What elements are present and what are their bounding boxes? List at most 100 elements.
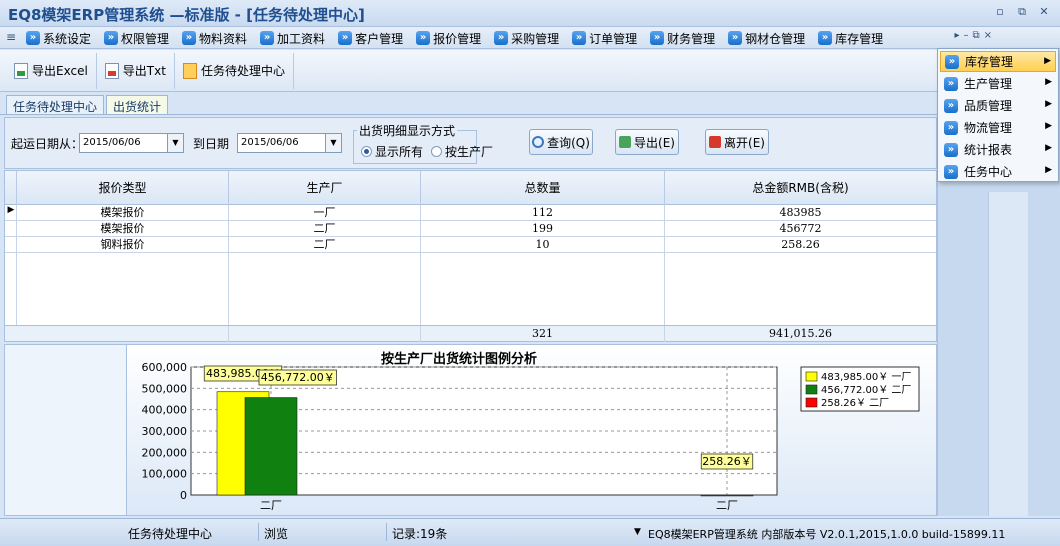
- export-button-label: 导出(E): [634, 135, 675, 150]
- minimize-icon[interactable]: ▫: [992, 4, 1008, 20]
- row-header-corner: [5, 171, 17, 205]
- overflow-item-reports[interactable]: » 统计报表 ▶: [940, 139, 1056, 160]
- chart-panel: 按生产厂出货统计图例分析 600,000 500,000 400,000 300,00…: [4, 344, 937, 516]
- overflow-item-quality[interactable]: » 品质管理 ▶: [940, 95, 1056, 116]
- tab-task-center[interactable]: 任务待处理中心: [6, 95, 105, 114]
- overflow-item-inventory[interactable]: » 库存管理 ▶: [940, 51, 1056, 72]
- overflow-arrow-icon[interactable]: ▸: [954, 30, 959, 41]
- grid-totals-row: 321 941,015.26: [5, 325, 936, 342]
- mdi-minimize-icon[interactable]: –: [963, 30, 968, 41]
- status-version: EQ8模架ERP管理系统 内部版本号 V2.0.1,2015,1.0.0 bui…: [648, 528, 1006, 541]
- menu-item-permissions[interactable]: » 权限管理: [104, 29, 169, 47]
- legend-label: 258.26￥ 二厂: [821, 398, 889, 409]
- mdi-close-icon[interactable]: ×: [984, 30, 992, 41]
- end-date-picker[interactable]: 2015/06/06 ▼: [237, 133, 342, 153]
- overflow-item-production[interactable]: » 生产管理 ▶: [940, 73, 1056, 94]
- double-arrow-icon: »: [945, 54, 959, 69]
- chevron-down-icon[interactable]: ▼: [634, 527, 641, 537]
- y-tick-label: 500,000: [142, 382, 188, 395]
- overflow-item-label: 库存管理: [965, 55, 1014, 69]
- legend-label: 456,772.00￥ 二厂: [821, 385, 911, 396]
- menu-item-materials[interactable]: » 物料资料: [182, 29, 247, 47]
- menu-grip-icon: ≡: [6, 30, 17, 44]
- cell-quote-type: 模架报价: [17, 221, 229, 237]
- status-module: 任务待处理中心: [128, 527, 213, 541]
- exit-button-label: 离开(E): [724, 135, 765, 150]
- shipment-grid: 报价类型 生产厂 总数量 总金额RMB(含税) ▶ 模架报价 一厂 112 48…: [4, 170, 937, 342]
- y-tick-label: 0: [180, 489, 187, 502]
- radio-show-all-label: 显示所有: [375, 145, 424, 159]
- cell-qty: 199: [421, 221, 665, 237]
- menu-item-label: 钢材仓管理: [745, 31, 806, 46]
- menu-item-system-settings[interactable]: » 系统设定: [26, 29, 91, 47]
- menu-item-quotes[interactable]: » 报价管理: [416, 29, 481, 47]
- menu-item-label: 客户管理: [355, 31, 404, 46]
- exit-button[interactable]: 离开(E): [705, 129, 769, 155]
- title-bar: EQ8模架ERP管理系统 —标准版 - [任务待处理中心] ▫ ⧉ ✕: [0, 0, 1060, 27]
- window-controls: ▫ ⧉ ✕: [992, 4, 1052, 20]
- export-button[interactable]: 导出(E): [615, 129, 679, 155]
- excel-file-icon: [14, 62, 28, 79]
- overflow-item-label: 生产管理: [964, 77, 1013, 91]
- menu-bar: ≡ » 系统设定 » 权限管理 » 物料资料 » 加工资料 » 客户管理 » 报价管理 » 采…: [0, 27, 1060, 49]
- right-side-strip: [988, 192, 1028, 516]
- export-txt-button[interactable]: 导出Txt: [97, 52, 175, 89]
- radio-show-all[interactable]: 显示所有: [361, 143, 423, 160]
- menu-item-orders[interactable]: » 订单管理: [572, 29, 637, 47]
- legend-label: 483,985.00￥ 一厂: [821, 372, 911, 383]
- menu-item-customers[interactable]: » 客户管理: [338, 29, 403, 47]
- chevron-down-icon[interactable]: ▼: [325, 134, 341, 152]
- submenu-arrow-icon: ▶: [1044, 56, 1051, 66]
- grid-divider: [664, 205, 665, 325]
- mdi-controls: ▸ – ⧉ ×: [954, 30, 992, 41]
- start-date-picker[interactable]: 2015/06/06 ▼: [79, 133, 184, 153]
- menu-item-label: 报价管理: [433, 31, 482, 46]
- overflow-item-label: 品质管理: [964, 99, 1013, 113]
- task-center-button[interactable]: 任务待处理中心: [175, 52, 294, 89]
- menu-item-inventory[interactable]: » 库存管理: [818, 29, 883, 47]
- display-mode-title: 出货明细显示方式: [357, 122, 458, 139]
- menu-item-processing[interactable]: » 加工资料: [260, 29, 325, 47]
- chevron-down-icon[interactable]: ▼: [167, 134, 183, 152]
- restore-icon[interactable]: ⧉: [1014, 4, 1030, 20]
- double-arrow-icon: »: [944, 76, 958, 91]
- bar-chart: 600,000 500,000 400,000 300,000 200,000 100,0…: [142, 361, 920, 512]
- menu-item-purchasing[interactable]: » 采购管理: [494, 29, 559, 47]
- y-tick-label: 600,000: [142, 361, 188, 374]
- close-icon[interactable]: ✕: [1036, 4, 1052, 20]
- double-arrow-icon: »: [818, 31, 833, 45]
- menu-item-steel-warehouse[interactable]: » 钢材仓管理: [728, 29, 805, 47]
- table-row[interactable]: 钢料报价 二厂 10 258.26: [5, 237, 936, 253]
- legend-swatch: [805, 397, 818, 408]
- menu-item-finance[interactable]: » 财务管理: [650, 29, 715, 47]
- export-excel-button[interactable]: 导出Excel: [6, 52, 97, 89]
- column-header-total-amount[interactable]: 总金额RMB(含税): [665, 171, 936, 205]
- overflow-item-logistics[interactable]: » 物流管理 ▶: [940, 117, 1056, 138]
- table-row[interactable]: 模架报价 二厂 199 456772: [5, 221, 936, 237]
- submenu-arrow-icon: ▶: [1045, 77, 1052, 87]
- cell-amount: 258.26: [781, 238, 820, 251]
- data-label: 258.26￥: [702, 455, 752, 468]
- radio-by-factory[interactable]: 按生产厂: [431, 143, 493, 160]
- submenu-arrow-icon: ▶: [1045, 121, 1052, 131]
- bar: [700, 494, 754, 497]
- overflow-item-label: 统计报表: [964, 143, 1013, 157]
- column-header-total-qty[interactable]: 总数量: [421, 171, 665, 205]
- grid-divider: [420, 205, 421, 325]
- submenu-arrow-icon: ▶: [1045, 143, 1052, 153]
- double-arrow-icon: »: [944, 142, 958, 157]
- status-mode: 浏览: [264, 527, 289, 541]
- overflow-item-task-center[interactable]: » 任务中心 ▶: [940, 161, 1056, 182]
- grid-divider: [16, 205, 17, 325]
- tab-shipment-stats[interactable]: 出货统计: [106, 95, 169, 114]
- column-header-quote-type[interactable]: 报价类型: [17, 171, 229, 205]
- menu-item-label: 财务管理: [667, 31, 716, 46]
- query-button[interactable]: 查询(Q): [529, 129, 593, 155]
- close-icon: [709, 136, 722, 148]
- mdi-restore-icon[interactable]: ⧉: [972, 30, 979, 41]
- status-separator: [258, 523, 259, 541]
- cell-qty: 10: [421, 237, 665, 253]
- column-header-factory[interactable]: 生产厂: [229, 171, 421, 205]
- export-txt-label: 导出Txt: [122, 64, 166, 78]
- table-row[interactable]: ▶ 模架报价 一厂 112 483985: [5, 205, 936, 221]
